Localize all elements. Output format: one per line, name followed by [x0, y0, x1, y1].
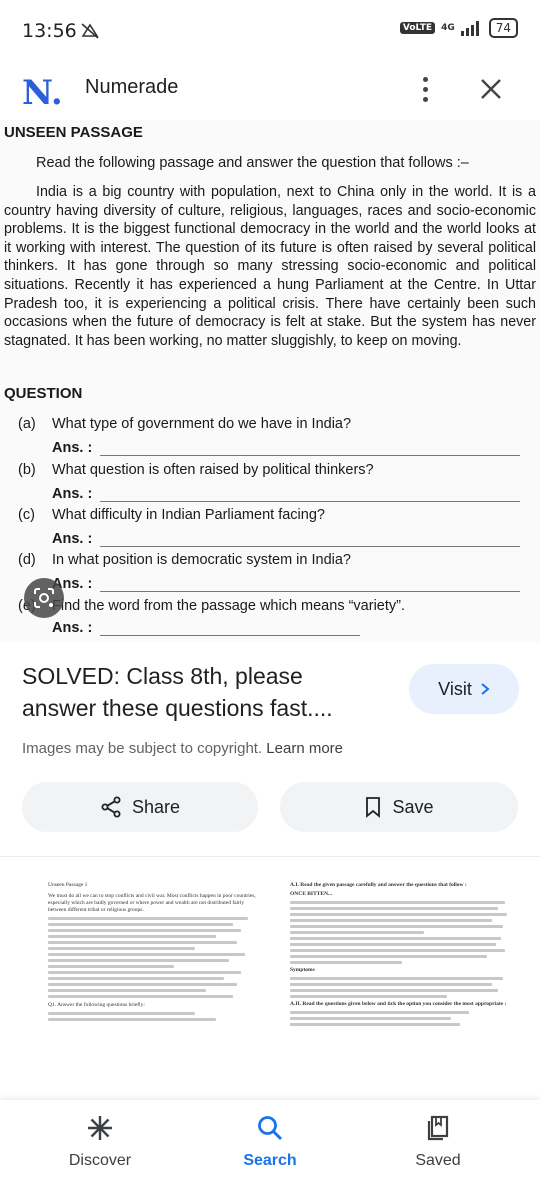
answer-row: Ans. :: [52, 486, 521, 502]
saved-collections-icon: [427, 1115, 449, 1141]
network-type: 4G: [441, 23, 455, 33]
visit-button[interactable]: Visit: [409, 664, 519, 714]
chevron-right-icon: [481, 683, 490, 695]
related-image-thumbnail[interactable]: A.I. Read the given passage carefully an…: [282, 876, 522, 1100]
learn-more-link[interactable]: Learn more: [266, 740, 343, 757]
nav-discover[interactable]: Discover: [40, 1114, 160, 1170]
doc-paragraph: India is a big country with population, …: [4, 184, 536, 349]
thumb-subheading: ONCE BITTEN...: [290, 891, 333, 897]
answer-label: Ans. :: [52, 531, 93, 547]
app-bar: N. Numerade: [0, 62, 540, 120]
thumb-text: We must do all we can to stop conflicts …: [48, 893, 258, 913]
question-letter: (d): [18, 552, 36, 568]
answer-row: Ans. :: [52, 576, 521, 592]
thumb-heading: A.I. Read the given passage carefully an…: [290, 882, 467, 888]
answer-line: [100, 533, 521, 547]
share-icon: [101, 796, 121, 818]
document-image[interactable]: UNSEEN PASSAGE Read the following passag…: [0, 120, 540, 642]
more-dot-icon: [422, 86, 428, 92]
answer-row: Ans. :: [52, 440, 521, 456]
question-row: (c) What difficulty in Indian Parliament…: [0, 507, 325, 523]
nav-saved-label: Saved: [415, 1152, 461, 1169]
logo-text: N.: [22, 73, 63, 112]
answer-label: Ans. :: [52, 620, 93, 636]
search-icon: [258, 1116, 283, 1141]
more-dot-icon: [422, 96, 428, 102]
question-letter: (c): [18, 507, 35, 523]
nav-discover-label: Discover: [68, 1152, 132, 1169]
save-label: Save: [392, 796, 434, 817]
nav-saved[interactable]: Saved: [378, 1114, 498, 1170]
lens-icon: [34, 588, 54, 608]
copyright-text: Images may be subject to copyright.: [22, 740, 263, 757]
nav-search-label: Search: [243, 1152, 297, 1169]
thumb-symptoms: Symptoms: [290, 967, 315, 973]
answer-row: Ans. :: [52, 531, 521, 547]
answer-row: Ans. :: [52, 620, 361, 636]
numerade-logo-icon: N.: [22, 73, 63, 112]
answer-label: Ans. :: [52, 486, 93, 502]
bottom-navigation: Discover Search Saved: [0, 1100, 540, 1200]
signal-icon: [460, 21, 479, 36]
more-dot-icon: [422, 76, 428, 82]
question-heading: QUESTION: [4, 385, 83, 402]
divider: [0, 856, 540, 857]
copyright-notice: Images may be subject to copyright. Lear…: [22, 740, 343, 757]
thumb-heading: Unseen Passage 1: [48, 882, 88, 888]
question-text: In what position is democratic system in…: [52, 552, 351, 568]
result-title[interactable]: SOLVED: Class 8th, please answer these q…: [22, 660, 382, 724]
share-label: Share: [131, 796, 181, 817]
thumb-question: Q1. Answer the following questions brief…: [48, 1002, 145, 1008]
asterisk-icon: [88, 1116, 112, 1140]
thumb-heading-2: A.II. Read the questions given below and…: [290, 1001, 507, 1007]
related-image-thumbnail[interactable]: Unseen Passage 1 We must do all we can t…: [40, 876, 266, 1100]
question-text: Find the word from the passage which mea…: [52, 598, 405, 614]
question-text: What type of government do we have in In…: [52, 416, 352, 432]
status-time: 13:56: [22, 20, 77, 42]
notification-muted-icon: [81, 23, 99, 39]
question-row: (a) What type of government do we have i…: [0, 416, 351, 432]
status-bar: 13:56 VoLTE 4G 74: [0, 0, 540, 62]
answer-line: [100, 578, 521, 592]
answer-line: [100, 442, 521, 456]
question-letter: (a): [18, 416, 36, 432]
doc-heading: UNSEEN PASSAGE: [4, 124, 143, 141]
more-options-button[interactable]: [412, 70, 438, 108]
answer-line: [100, 488, 521, 502]
question-row: (d) In what position is democratic syste…: [0, 552, 351, 568]
battery-level: 74: [488, 18, 518, 38]
lens-button[interactable]: [24, 578, 64, 618]
question-letter: (b): [18, 462, 36, 478]
question-text: What difficulty in Indian Parliament fac…: [52, 507, 325, 523]
share-button[interactable]: Share: [22, 782, 258, 832]
nav-search[interactable]: Search: [210, 1114, 330, 1170]
volte-indicator: VoLTE: [399, 22, 436, 34]
answer-label: Ans. :: [52, 440, 93, 456]
site-name: Numerade: [85, 76, 179, 98]
close-icon[interactable]: [474, 70, 508, 108]
question-text: What question is often raised by politic…: [52, 462, 374, 478]
question-row: (b) What question is often raised by pol…: [0, 462, 374, 478]
bookmark-icon: [366, 797, 381, 818]
save-button[interactable]: Save: [280, 782, 518, 832]
answer-line: [100, 622, 361, 636]
doc-instruction: Read the following passage and answer th…: [36, 155, 469, 171]
visit-label: Visit: [438, 678, 472, 699]
